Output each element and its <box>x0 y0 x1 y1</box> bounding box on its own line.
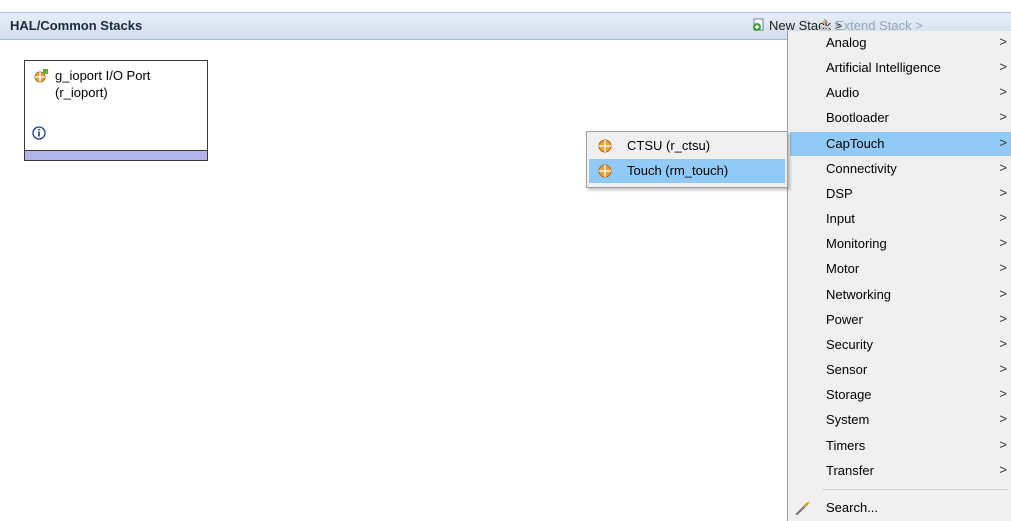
menu-item-label: Connectivity <box>826 161 897 176</box>
chevron-right-icon: > <box>999 336 1007 351</box>
menu-item-label: System <box>826 412 870 427</box>
menu-item-label: Search... <box>826 500 879 515</box>
chevron-right-icon: > <box>999 185 1007 200</box>
menu-item-label: Artificial Intelligence <box>826 60 941 75</box>
chevron-right-icon: > <box>999 135 1007 150</box>
menu-item-label: Motor <box>826 261 860 276</box>
module-status-bar <box>25 150 207 160</box>
menu-item-dsp[interactable]: DSP > <box>790 182 1011 206</box>
menu-item-monitoring[interactable]: Monitoring > <box>790 232 1011 256</box>
chevron-right-icon: > <box>999 437 1007 452</box>
new-stack-menu: Analog > Artificial Intelligence > Audio… <box>787 31 1011 521</box>
wand-icon <box>795 501 810 516</box>
menu-item-timers[interactable]: Timers > <box>790 434 1011 458</box>
chevron-right-icon: > <box>999 34 1007 49</box>
menu-item-label: Bootloader <box>826 110 889 125</box>
menu-item-label: Storage <box>826 387 872 402</box>
chevron-right-icon: > <box>999 235 1007 250</box>
menu-item-label: Analog <box>826 35 867 50</box>
chevron-right-icon: > <box>999 361 1007 376</box>
menu-item-networking[interactable]: Networking > <box>790 283 1011 307</box>
menu-item-label: DSP <box>826 186 853 201</box>
info-icon[interactable] <box>32 126 46 140</box>
module-icon <box>34 69 48 83</box>
module-name: g_ioport I/O Port <box>55 68 151 83</box>
menu-item-label: CapTouch <box>826 136 885 151</box>
module-icon <box>598 164 612 178</box>
captouch-submenu: CTSU (r_ctsu) Touch (rm_touch) <box>586 131 788 188</box>
module-driver: (r_ioport) <box>55 85 108 100</box>
menu-item-label: Security <box>826 337 873 352</box>
chevron-right-icon: > <box>999 260 1007 275</box>
menu-item-audio[interactable]: Audio > <box>790 81 1011 105</box>
menu-item-system[interactable]: System > <box>790 408 1011 432</box>
menu-item-label: Monitoring <box>826 236 887 251</box>
menu-item-label: Input <box>826 211 855 226</box>
chevron-right-icon: > <box>999 411 1007 426</box>
chevron-right-icon: > <box>999 386 1007 401</box>
menu-item-label: Transfer <box>826 463 874 478</box>
menu-item-transfer[interactable]: Transfer > <box>790 459 1011 483</box>
menu-item-sensor[interactable]: Sensor > <box>790 358 1011 382</box>
chevron-right-icon: > <box>999 311 1007 326</box>
chevron-right-icon: > <box>999 59 1007 74</box>
menu-item-label: Sensor <box>826 362 868 377</box>
chevron-right-icon: > <box>999 462 1007 477</box>
chevron-right-icon: > <box>999 84 1007 99</box>
chevron-right-icon: > <box>999 286 1007 301</box>
submenu-item-label: CTSU (r_ctsu) <box>627 138 711 153</box>
menu-item-connectivity[interactable]: Connectivity > <box>790 157 1011 181</box>
menu-item-bootloader[interactable]: Bootloader > <box>790 106 1011 130</box>
menu-item-captouch[interactable]: CapTouch > <box>790 132 1011 156</box>
menu-item-input[interactable]: Input > <box>790 207 1011 231</box>
menu-item-label: Audio <box>826 85 860 100</box>
menu-item-search[interactable]: Search... <box>790 496 1011 520</box>
menu-item-power[interactable]: Power > <box>790 308 1011 332</box>
submenu-item-ctsu[interactable]: CTSU (r_ctsu) <box>589 134 785 158</box>
header-title: HAL/Common Stacks <box>10 18 143 33</box>
submenu-item-touch[interactable]: Touch (rm_touch) <box>589 159 785 183</box>
new-stack-icon <box>753 18 764 31</box>
submenu-item-label: Touch (rm_touch) <box>627 163 729 178</box>
menu-item-storage[interactable]: Storage > <box>790 383 1011 407</box>
chevron-right-icon: > <box>999 160 1007 175</box>
fsp-stacks-page: HAL/Common Stacks New Stack > Extend Sta… <box>0 0 1011 521</box>
menu-separator <box>822 489 1008 490</box>
menu-item-security[interactable]: Security > <box>790 333 1011 357</box>
extend-stack-icon <box>820 19 830 31</box>
module-block-ioport[interactable]: g_ioport I/O Port (r_ioport) <box>24 60 208 161</box>
menu-item-label: Timers <box>826 438 866 453</box>
chevron-right-icon: > <box>999 109 1007 124</box>
menu-item-artificial-intelligence[interactable]: Artificial Intelligence > <box>790 56 1011 80</box>
menu-item-label: Power <box>826 312 863 327</box>
module-icon <box>598 139 612 153</box>
menu-item-analog[interactable]: Analog > <box>790 31 1011 55</box>
chevron-right-icon: > <box>999 210 1007 225</box>
menu-item-motor[interactable]: Motor > <box>790 257 1011 281</box>
menu-item-label: Networking <box>826 287 892 302</box>
